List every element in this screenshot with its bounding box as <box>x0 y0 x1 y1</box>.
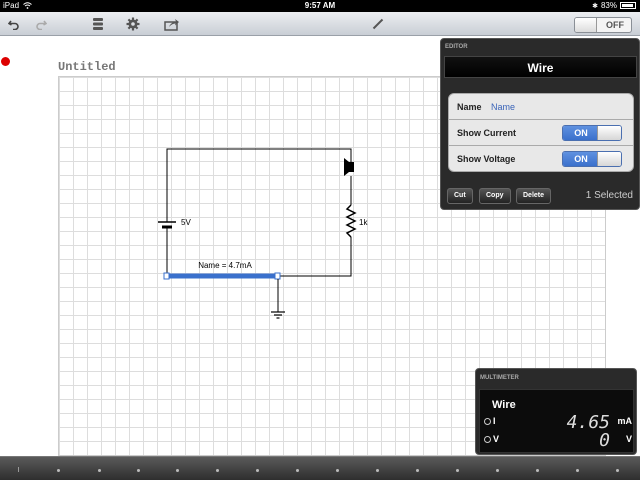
show-voltage-label: Show Voltage <box>457 154 516 164</box>
show-current-toggle-label: ON <box>563 126 599 140</box>
component-slot-icon[interactable] <box>456 469 459 472</box>
component-slot-icon[interactable] <box>376 469 379 472</box>
editor-title: Wire <box>527 61 554 75</box>
show-current-row: Show Current ON <box>448 119 634 146</box>
component-slot-icon[interactable] <box>18 467 19 472</box>
component-slot-icon[interactable] <box>57 469 60 472</box>
show-voltage-toggle[interactable]: ON <box>562 151 622 167</box>
component-bar[interactable] <box>0 456 640 480</box>
wire-top <box>166 148 352 222</box>
current-reading-row: I 4.65 mA <box>484 412 634 433</box>
component-slot-icon[interactable] <box>296 469 299 472</box>
component-slot-icon[interactable] <box>256 469 259 472</box>
cut-button[interactable]: Cut <box>447 188 473 204</box>
component-slot-icon[interactable] <box>536 469 539 472</box>
component-slot-icon[interactable] <box>216 469 219 472</box>
voltage-unit: V <box>625 434 632 444</box>
multimeter-header: MULTIMETER <box>480 375 519 381</box>
editor-panel: EDITOR Wire Name Name Show Current ON Sh… <box>440 38 640 210</box>
show-voltage-row: Show Voltage ON <box>448 145 634 172</box>
ground-symbol <box>271 279 285 319</box>
battery-label: 5V <box>181 218 191 227</box>
show-voltage-toggle-label: ON <box>563 152 599 166</box>
multimeter-target: Wire <box>492 399 516 411</box>
speaker-symbol <box>344 158 354 176</box>
editor-header: EDITOR <box>445 44 468 50</box>
voltage-label: V <box>493 434 500 444</box>
component-slot-icon[interactable] <box>176 469 179 472</box>
wire-label: Name = 4.7mA <box>198 261 252 270</box>
component-slot-icon[interactable] <box>416 469 419 472</box>
show-current-label: Show Current <box>457 128 517 138</box>
component-slot-icon[interactable] <box>576 469 579 472</box>
resistor-symbol <box>345 204 357 238</box>
selection-count: 1 Selected <box>585 190 633 201</box>
component-slot-icon[interactable] <box>137 469 140 472</box>
current-label: I <box>493 416 496 426</box>
voltage-reading-row: V 0 V <box>484 430 634 451</box>
wire-right-lower <box>279 237 352 277</box>
component-slot-icon[interactable] <box>98 469 101 472</box>
show-current-toggle[interactable]: ON <box>562 125 622 141</box>
multimeter-panel: MULTIMETER Wire I 4.65 mA V 0 V <box>475 368 637 455</box>
component-slot-icon[interactable] <box>496 469 499 472</box>
copy-button[interactable]: Copy <box>479 188 511 204</box>
component-slot-icon[interactable] <box>616 469 619 472</box>
component-slot-icon[interactable] <box>336 469 339 472</box>
name-field[interactable]: Name <box>491 102 515 112</box>
selected-wire <box>163 272 281 280</box>
current-unit: mA <box>617 416 632 426</box>
resistor-label: 1k <box>359 218 368 227</box>
delete-button[interactable]: Delete <box>516 188 552 204</box>
voltage-value: 0 <box>599 430 610 451</box>
current-radio[interactable] <box>484 418 491 425</box>
battery-symbol <box>158 221 176 229</box>
name-label: Name <box>457 102 482 112</box>
name-row[interactable]: Name Name <box>448 93 634 120</box>
voltage-radio[interactable] <box>484 436 491 443</box>
